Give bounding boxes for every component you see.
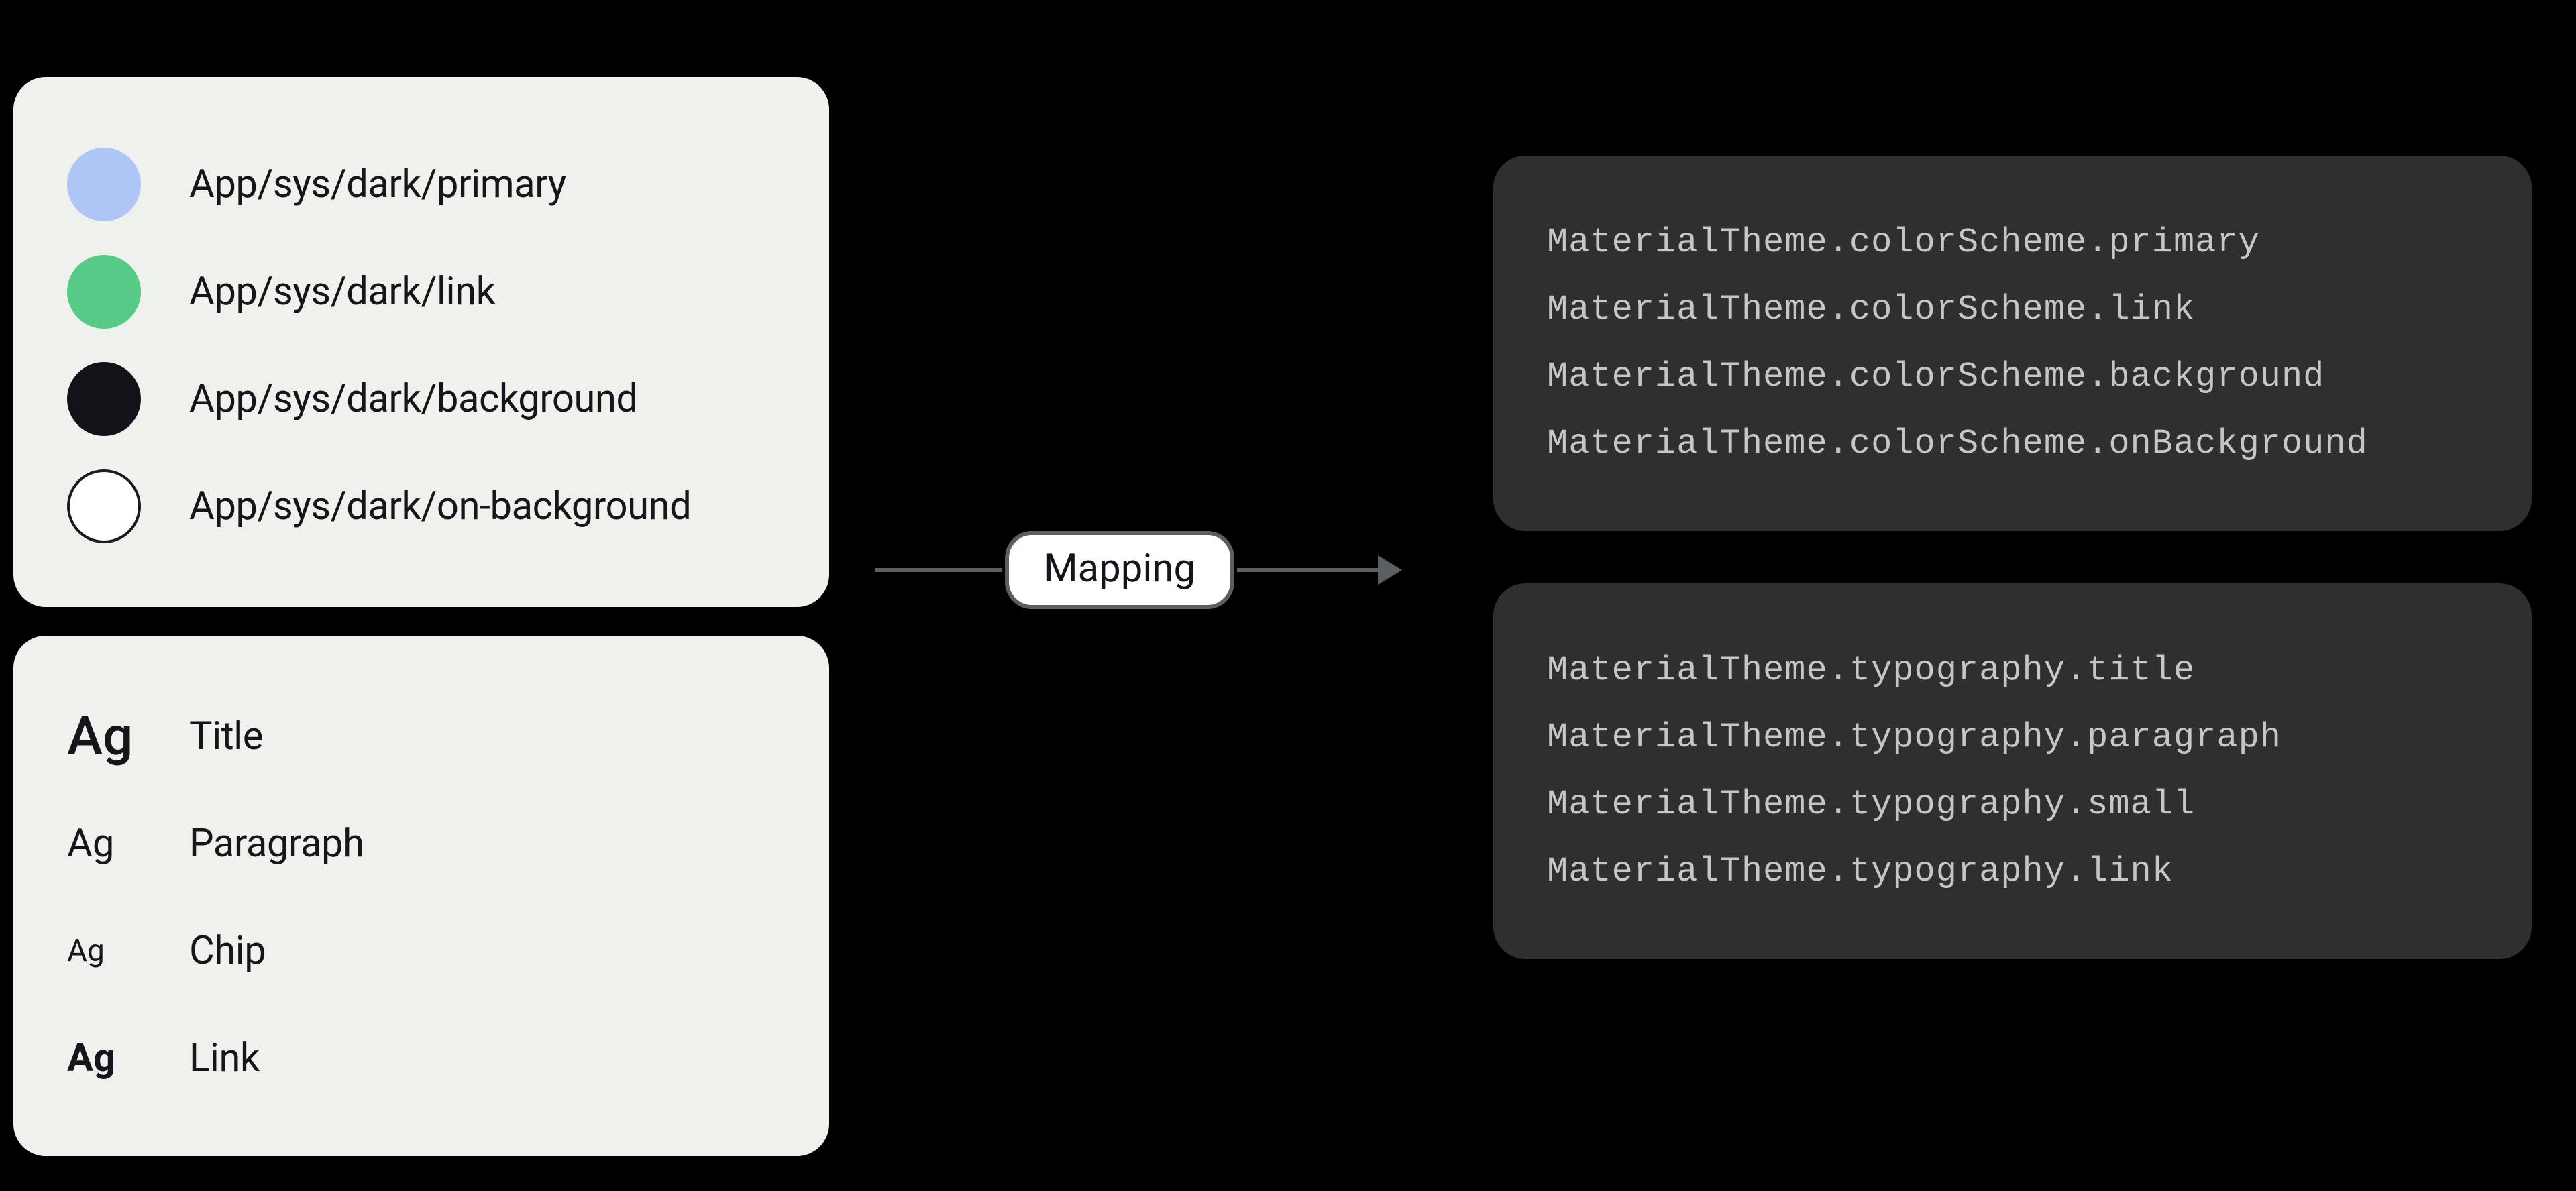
color-token-label: App/sys/dark/primary [189,162,566,207]
typography-token-label: Title [189,714,263,759]
typography-token-row: Ag Title [67,683,775,790]
color-swatch-icon [67,469,141,543]
arrow-right-icon [1378,555,1402,585]
typography-token-label: Chip [189,928,266,974]
color-token-label: App/sys/dark/background [189,376,638,422]
typography-token-row: Ag Chip [67,897,775,1005]
mapping-chip: Mapping [1005,531,1234,609]
arrow-line-icon [1237,568,1378,572]
color-swatch-icon [67,255,141,329]
code-line: MaterialTheme.colorScheme.link [1547,276,2478,343]
code-line: MaterialTheme.typography.paragraph [1547,704,2478,771]
mapping-flow: Mapping [875,530,1452,610]
code-line: MaterialTheme.colorScheme.primary [1547,209,2478,276]
code-colorscheme-card: MaterialTheme.colorScheme.primaryMateria… [1493,156,2532,531]
typography-sample: Ag [67,935,141,966]
code-line: MaterialTheme.colorScheme.onBackground [1547,410,2478,477]
color-token-row: App/sys/dark/primary [67,131,775,238]
typography-token-label: Paragraph [189,821,364,866]
typography-sample: Ag [67,710,141,763]
code-line: MaterialTheme.typography.title [1547,637,2478,704]
color-token-row: App/sys/dark/on-background [67,453,775,560]
color-token-label: App/sys/dark/on-background [189,484,691,529]
design-tokens-colors-card: App/sys/dark/primary App/sys/dark/link App… [13,77,829,607]
design-tokens-typography-card: Ag Title Ag Paragraph Ag Chip Ag Link [13,636,829,1156]
color-token-row: App/sys/dark/link [67,238,775,345]
typography-token-row: Ag Link [67,1005,775,1112]
code-line: MaterialTheme.typography.small [1547,771,2478,838]
typography-sample: Ag [67,824,141,863]
color-token-label: App/sys/dark/link [189,269,496,315]
color-swatch-icon [67,362,141,436]
arrow-line-icon [875,568,1002,572]
color-token-row: App/sys/dark/background [67,345,775,453]
typography-sample: Ag [67,1039,141,1078]
typography-token-row: Ag Paragraph [67,790,775,897]
color-swatch-icon [67,148,141,221]
code-line: MaterialTheme.colorScheme.background [1547,343,2478,410]
typography-token-label: Link [189,1035,260,1081]
code-line: MaterialTheme.typography.link [1547,838,2478,905]
code-typography-card: MaterialTheme.typography.titleMaterialTh… [1493,583,2532,959]
